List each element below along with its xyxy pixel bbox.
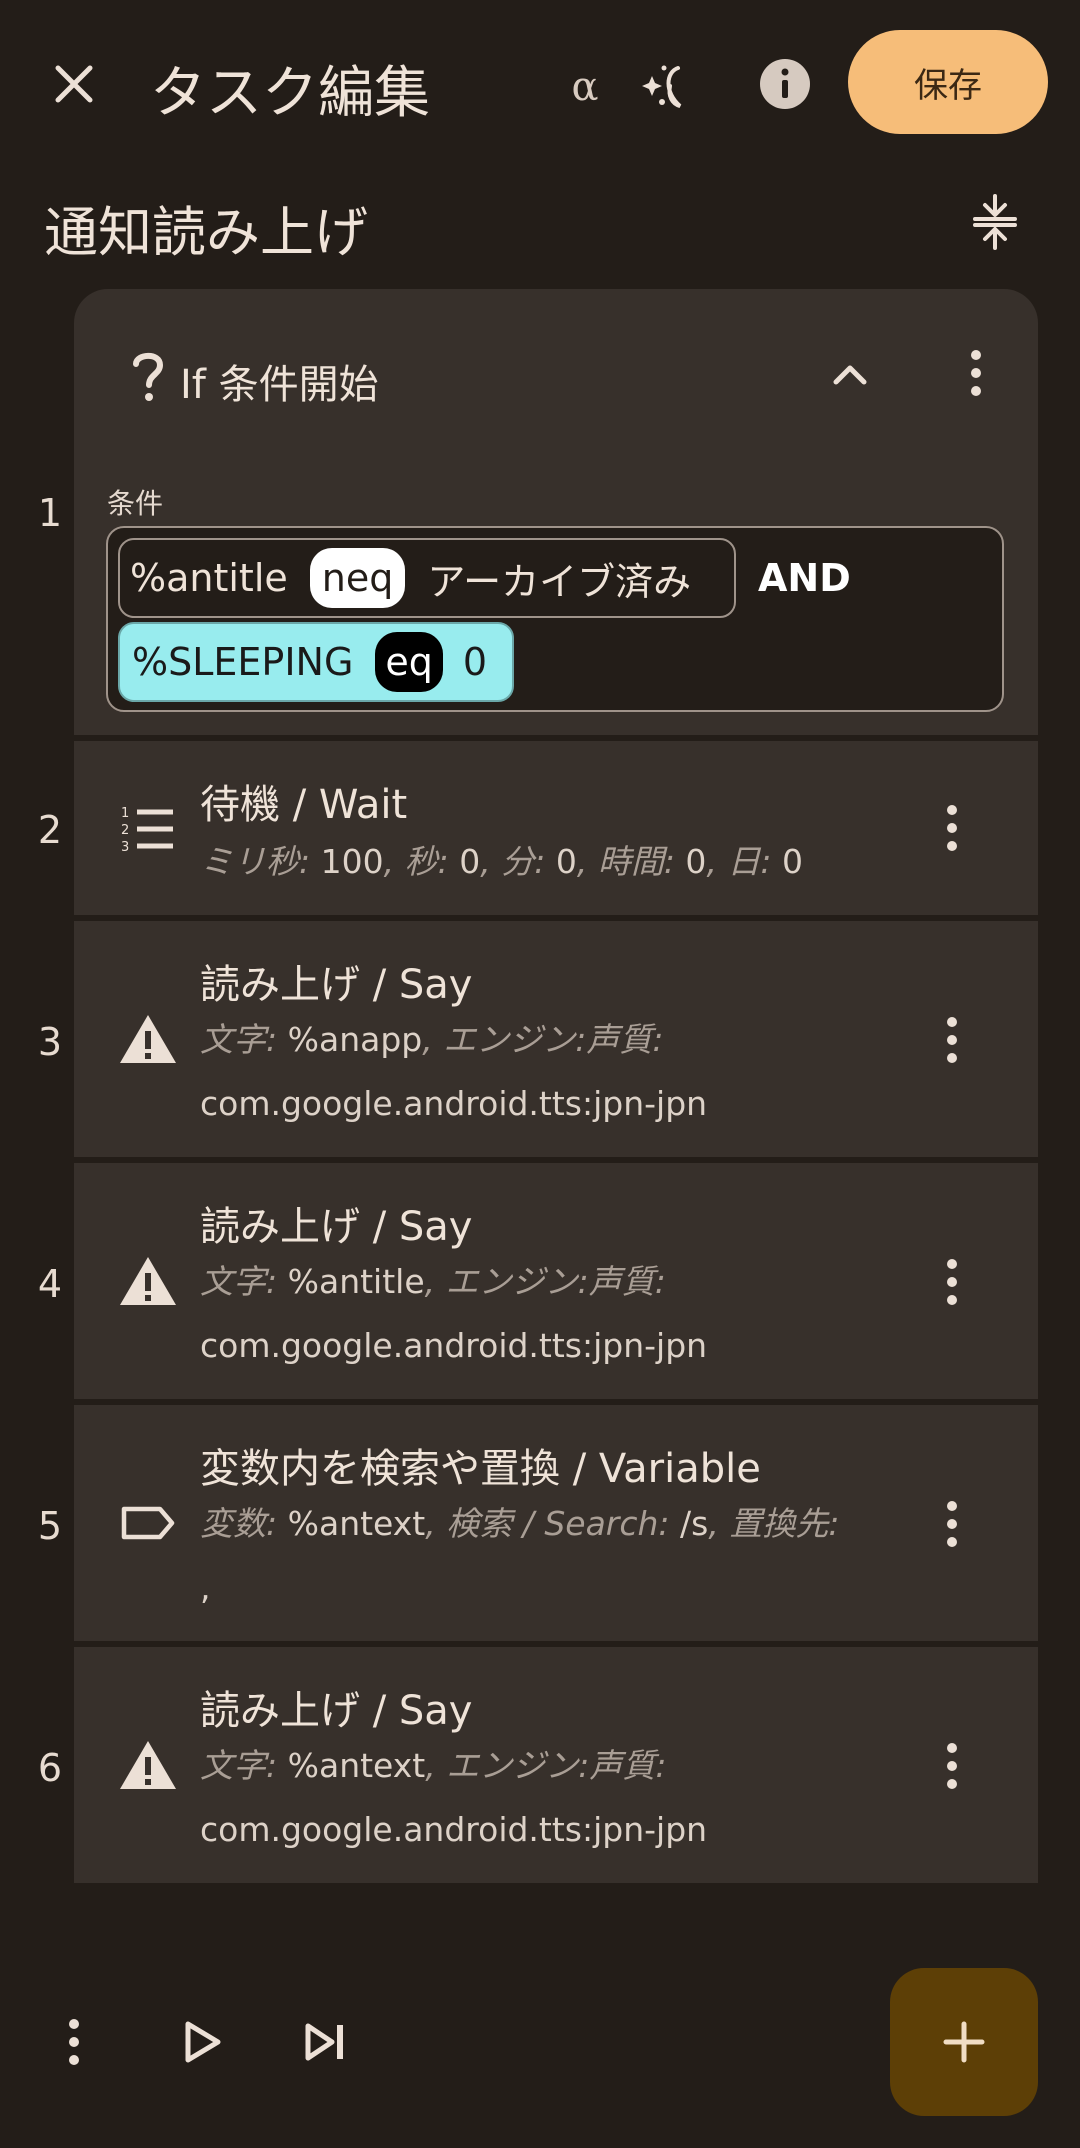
param-value: %anapp — [277, 1020, 423, 1059]
action-number: 2 — [37, 808, 63, 852]
close-icon[interactable] — [34, 44, 114, 124]
param-key: エンジン:声質: — [443, 1020, 664, 1059]
info-icon[interactable] — [745, 44, 825, 124]
action-title: 読み上げ / Say — [200, 962, 473, 1008]
param-separator: , — [425, 1504, 447, 1543]
condition-chip-selected[interactable]: %SLEEPING eq 0 — [118, 622, 514, 702]
add-action-button[interactable] — [890, 1968, 1038, 2116]
svg-text:2: 2 — [121, 823, 129, 838]
add-icon — [943, 2021, 985, 2063]
param-key: 検索 / Search: — [446, 1504, 670, 1543]
param-value: 0 — [771, 842, 804, 881]
action-number: 3 — [37, 1020, 63, 1064]
action-title: 読み上げ / Say — [200, 1688, 473, 1734]
skip-next-icon[interactable] — [286, 2000, 366, 2084]
magic-edit-icon[interactable] — [628, 48, 708, 128]
action-description: 文字: %anapp, エンジン:声質: com.google.android.… — [200, 1008, 860, 1136]
param-key: 変数: — [200, 1504, 278, 1543]
param-value: /s — [669, 1504, 709, 1543]
param-key: 分: — [501, 842, 546, 881]
action-title: If 条件開始 — [180, 362, 379, 408]
warning-icon — [108, 1241, 188, 1321]
param-key: 文字: — [200, 1262, 278, 1301]
condition-value: アーカイブ済み — [427, 559, 692, 604]
param-value: %antext — [277, 1746, 426, 1785]
save-button[interactable]: 保存 — [848, 30, 1048, 134]
action-description: 文字: %antext, エンジン:声質: com.google.android… — [200, 1734, 860, 1862]
param-separator: , — [708, 1504, 730, 1543]
more-vert-icon[interactable] — [912, 1479, 992, 1569]
more-vert-icon[interactable] — [34, 2000, 114, 2084]
question-mark-icon — [108, 336, 188, 416]
action-description: ミリ秒: 100, 秒: 0, 分: 0, 時間: 0, 日: 0 — [200, 830, 860, 894]
label-tag-icon — [108, 1483, 188, 1563]
condition-chip[interactable]: %antitle neq アーカイブ済み — [118, 538, 736, 618]
svg-text:3: 3 — [121, 840, 129, 852]
param-value: 0 — [545, 842, 577, 881]
collapse-all-icon[interactable] — [960, 182, 1030, 262]
param-separator: , — [706, 842, 728, 881]
param-key: 文字: — [200, 1020, 278, 1059]
param-separator: , — [576, 842, 598, 881]
param-value: %antitle — [277, 1262, 425, 1301]
condition-operator: eq — [375, 632, 443, 692]
action-number: 6 — [37, 1746, 63, 1790]
param-separator: , — [425, 1746, 447, 1785]
more-vert-icon[interactable] — [912, 995, 992, 1085]
numbered-list-icon: 1 2 3 — [108, 788, 188, 868]
action-number: 1 — [37, 491, 63, 535]
param-value: 0 — [674, 842, 707, 881]
param-value: 0 — [448, 842, 481, 881]
param-value: , — [200, 1568, 211, 1607]
condition-joiner[interactable]: AND — [758, 556, 851, 600]
warning-icon — [108, 1725, 188, 1805]
action-description: 文字: %antitle, エンジン:声質: com.google.androi… — [200, 1250, 860, 1378]
param-value: com.google.android.tts:jpn-jpn — [200, 1084, 708, 1123]
param-key: 秒: — [404, 842, 449, 881]
condition-variable: %antitle — [130, 556, 288, 600]
param-key: ミリ秒: — [200, 842, 311, 881]
param-key: エンジン:声質: — [446, 1746, 667, 1785]
param-value: %antext — [277, 1504, 426, 1543]
page-title: タスク編集 — [150, 61, 430, 126]
svg-text:1: 1 — [121, 806, 129, 821]
condition-value: 0 — [462, 640, 488, 684]
param-value: com.google.android.tts:jpn-jpn — [200, 1326, 708, 1365]
param-separator: , — [480, 842, 502, 881]
task-name[interactable]: 通知読み上げ — [44, 188, 368, 267]
condition-variable: %SLEEPING — [132, 640, 354, 684]
param-separator: , — [422, 1020, 444, 1059]
action-title: 待機 / Wait — [200, 782, 408, 828]
more-vert-icon[interactable] — [912, 1237, 992, 1327]
param-value: 100 — [310, 842, 384, 881]
more-vert-icon[interactable] — [912, 1721, 992, 1811]
action-number: 5 — [37, 1504, 63, 1548]
param-separator: , — [424, 1262, 446, 1301]
param-key: 文字: — [200, 1746, 278, 1785]
more-vert-icon[interactable] — [912, 783, 992, 873]
condition-operator: neq — [309, 548, 406, 608]
param-key: 置換先: — [729, 1504, 840, 1543]
param-key: 時間: — [597, 842, 675, 881]
param-value: com.google.android.tts:jpn-jpn — [200, 1810, 708, 1849]
param-key: 日: — [727, 842, 772, 881]
play-icon[interactable] — [162, 2000, 242, 2084]
condition-label: 条件 — [107, 487, 164, 520]
action-title: 変数内を検索や置換 / Variable — [200, 1446, 761, 1492]
param-key: エンジン:声質: — [445, 1262, 666, 1301]
action-description: 変数: %antext, 検索 / Search: /s, 置換先: , — [200, 1492, 860, 1620]
action-number: 4 — [37, 1262, 63, 1306]
param-separator: , — [383, 842, 405, 881]
action-title: 読み上げ / Say — [200, 1204, 473, 1250]
alpha-toggle-button[interactable]: α — [555, 52, 615, 122]
chevron-up-icon[interactable] — [810, 334, 890, 414]
more-vert-icon[interactable] — [936, 328, 1016, 418]
warning-icon — [108, 999, 188, 1079]
